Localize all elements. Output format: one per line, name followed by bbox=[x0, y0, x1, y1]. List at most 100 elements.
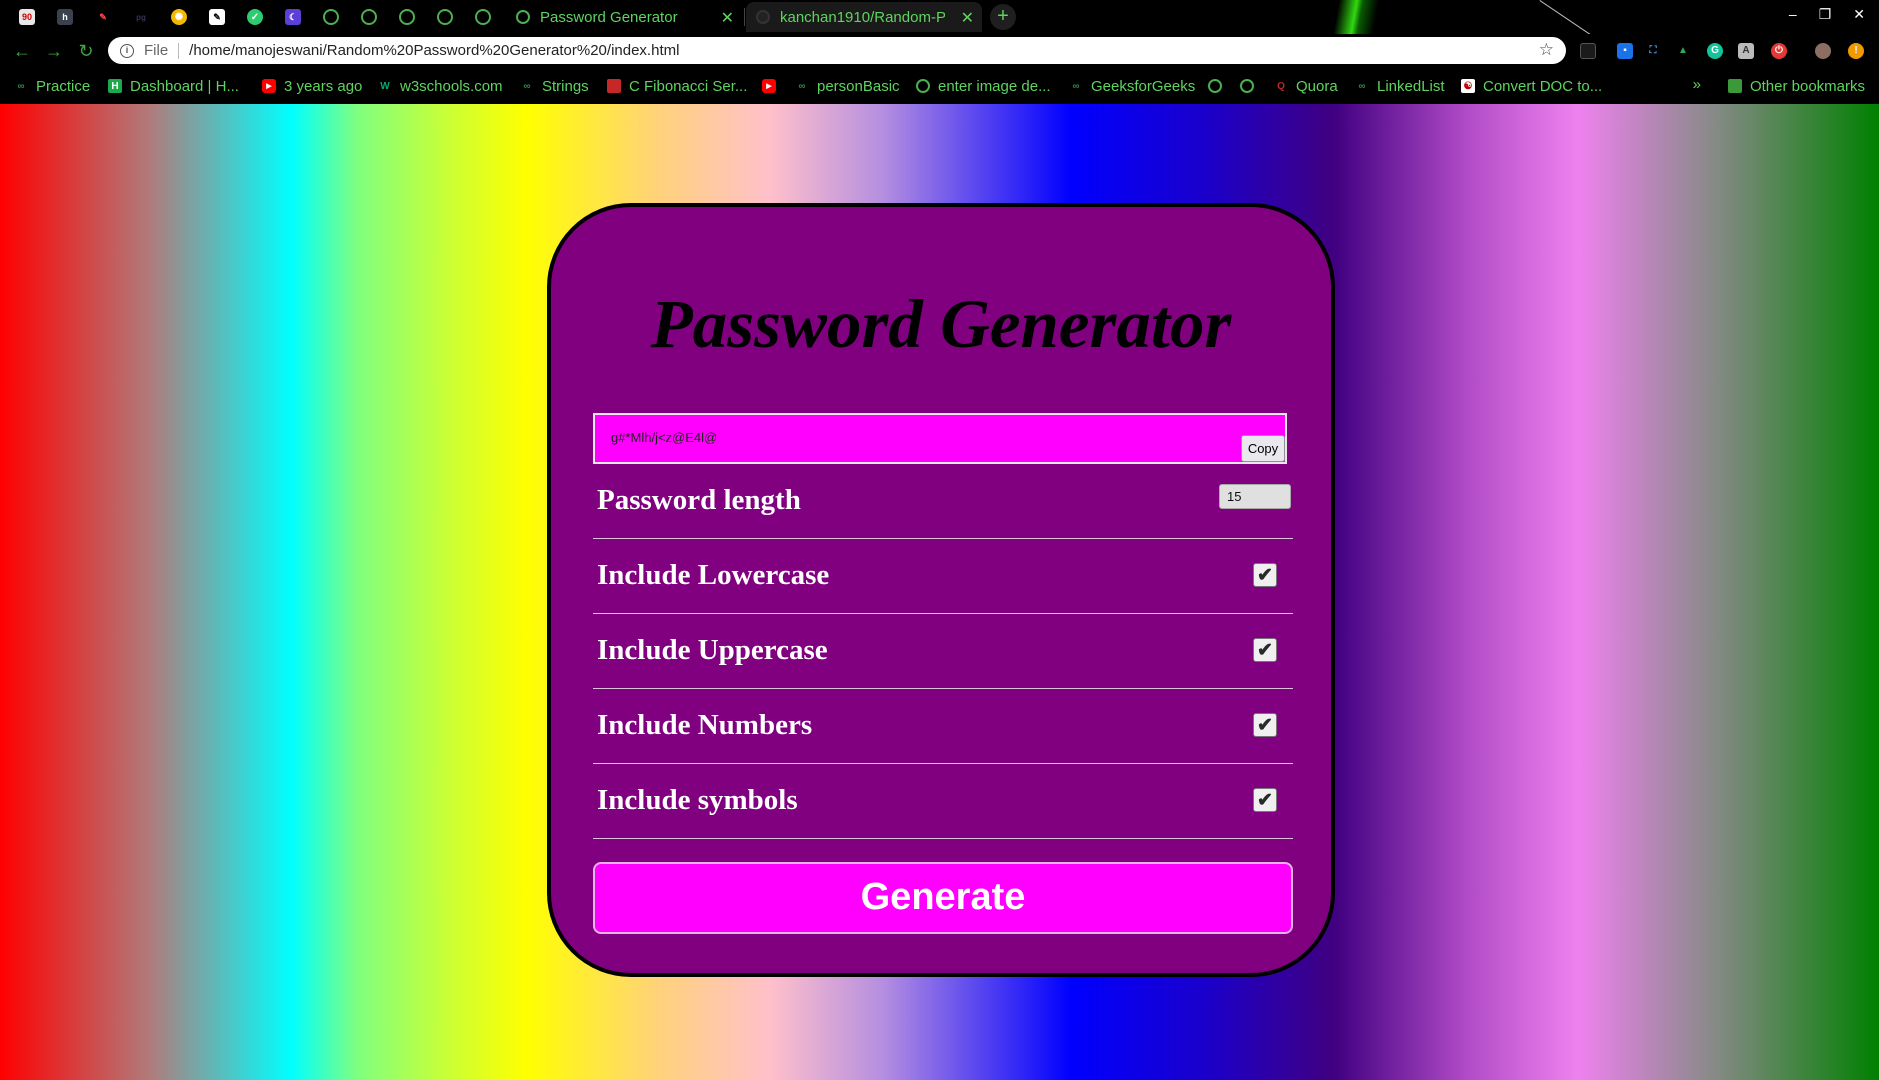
quora-icon: Q bbox=[1277, 80, 1285, 92]
pinned-tab-globe[interactable] bbox=[319, 5, 343, 29]
pinned-tab-programiz[interactable]: pg bbox=[129, 5, 153, 29]
leetcode-icon: 90 bbox=[19, 9, 35, 25]
bookmark-label: GeeksforGeeks bbox=[1091, 77, 1196, 95]
info-icon[interactable]: i bbox=[120, 43, 134, 58]
bookmark-item[interactable]: ∞ Strings bbox=[520, 76, 589, 96]
pinned-tab-codeforces[interactable]: ✎ bbox=[91, 5, 115, 29]
bookmark-item[interactable]: C Fibonacci Ser... bbox=[607, 76, 747, 96]
pencil-icon: ✎ bbox=[99, 11, 107, 22]
bookmark-item[interactable]: Q Quora bbox=[1274, 76, 1338, 96]
bookmark-item[interactable]: enter image de... bbox=[916, 76, 1051, 96]
extension-icon[interactable]: ⛶ bbox=[1645, 43, 1661, 59]
grammarly-icon[interactable]: G bbox=[1707, 43, 1723, 59]
pinned-tab-ctrl[interactable]: ☾ bbox=[281, 5, 305, 29]
close-window-icon[interactable]: ✕ bbox=[1853, 6, 1865, 23]
option-label: Include Numbers bbox=[597, 709, 813, 741]
convert-icon: ☯ bbox=[1461, 79, 1475, 93]
programiz-icon bbox=[607, 79, 621, 93]
drive-icon[interactable]: ▲ bbox=[1675, 43, 1691, 59]
w3-icon: W bbox=[380, 80, 390, 92]
new-tab-button[interactable]: + bbox=[990, 4, 1016, 30]
update-icon[interactable]: ! bbox=[1848, 43, 1864, 59]
pinned-tab-check[interactable]: ✓ bbox=[243, 5, 267, 29]
github-icon bbox=[756, 10, 770, 24]
bookmark-label: C Fibonacci Ser... bbox=[629, 77, 748, 95]
pinned-tab-globe[interactable] bbox=[433, 5, 457, 29]
uppercase-checkbox[interactable]: ✔ bbox=[1253, 638, 1277, 662]
bookmark-item[interactable]: ∞ GeeksforGeeks bbox=[1069, 76, 1195, 96]
symbols-checkbox[interactable]: ✔ bbox=[1253, 788, 1277, 812]
bookmark-item[interactable] bbox=[1240, 76, 1262, 96]
tab-divider bbox=[744, 8, 745, 26]
globe-icon bbox=[1240, 79, 1254, 93]
restore-icon[interactable]: ❐ bbox=[1819, 6, 1832, 23]
pinned-tab-globe[interactable] bbox=[357, 5, 381, 29]
bookmark-item[interactable]: H Dashboard | H... bbox=[108, 76, 239, 96]
edit-icon: ✎ bbox=[209, 9, 225, 25]
pinned-tab-sun[interactable]: ✺ bbox=[167, 5, 191, 29]
close-icon[interactable]: ✕ bbox=[961, 8, 974, 28]
extension-icon[interactable]: A bbox=[1738, 43, 1754, 59]
back-button[interactable]: ← bbox=[9, 38, 35, 64]
minimize-icon[interactable]: – bbox=[1789, 6, 1797, 23]
bookmark-star-icon[interactable]: ☆ bbox=[1539, 40, 1554, 60]
copy-button[interactable]: Copy bbox=[1241, 435, 1285, 462]
password-value: g#*Mlh/j<z@E4l@ bbox=[611, 430, 718, 445]
tab-github-repo[interactable]: kanchan1910/Random-Pa ✕ bbox=[746, 2, 982, 32]
globe-icon bbox=[399, 9, 415, 25]
option-numbers: Include Numbers ✔ bbox=[593, 689, 1293, 764]
bookmark-item[interactable]: ∞ personBasic bbox=[795, 76, 900, 96]
url-divider bbox=[178, 42, 180, 59]
bookmark-item[interactable]: ▶ 3 years ago bbox=[262, 76, 362, 96]
password-length-row: Password length 15 bbox=[593, 464, 1293, 539]
gfg-icon: ∞ bbox=[1072, 80, 1080, 92]
bookmark-item[interactable] bbox=[1208, 76, 1230, 96]
option-uppercase: Include Uppercase ✔ bbox=[593, 614, 1293, 689]
generate-button[interactable]: Generate bbox=[593, 862, 1293, 934]
bookmark-label: personBasic bbox=[817, 77, 900, 95]
password-output: g#*Mlh/j<z@E4l@ Copy bbox=[593, 413, 1287, 464]
extension-icon[interactable] bbox=[1580, 43, 1596, 59]
bookmark-item[interactable]: ∞ Practice bbox=[14, 76, 90, 96]
gfg-icon: ∞ bbox=[1358, 80, 1366, 92]
moon-icon: ☾ bbox=[285, 9, 301, 25]
bookmark-item[interactable]: ∞ LinkedList bbox=[1355, 76, 1444, 96]
bookmark-item[interactable]: Ww3schools.com bbox=[378, 76, 502, 96]
bookmark-label: Dashboard | H... bbox=[130, 77, 239, 95]
more-bookmarks-chevron[interactable]: » bbox=[1693, 76, 1701, 93]
globe-icon bbox=[475, 9, 491, 25]
reload-button[interactable]: ↻ bbox=[73, 38, 99, 64]
close-icon[interactable]: ✕ bbox=[721, 8, 734, 28]
browser-toolbar: ← → ↻ i File /home/manojeswani/Random%20… bbox=[0, 34, 1879, 68]
programiz-icon: pg bbox=[136, 12, 146, 22]
generator-card: Password Generator g#*Mlh/j<z@E4l@ Copy … bbox=[547, 203, 1335, 977]
bookmark-item[interactable]: ☯ Convert DOC to... bbox=[1461, 76, 1602, 96]
bookmark-label: Practice bbox=[36, 77, 91, 95]
pinned-tab-leetcode[interactable]: 90 bbox=[15, 5, 39, 29]
folder-icon bbox=[1727, 79, 1742, 93]
tab-password-generator[interactable]: Password Generator ✕ bbox=[506, 2, 742, 32]
password-length-input[interactable]: 15 bbox=[1219, 484, 1291, 509]
pinned-tab-globe[interactable] bbox=[471, 5, 495, 29]
hackerrank-icon: H bbox=[108, 79, 122, 93]
globe-icon bbox=[323, 9, 339, 25]
page-title: Password Generator bbox=[650, 286, 1232, 362]
address-bar[interactable]: i File /home/manojeswani/Random%20Passwo… bbox=[108, 37, 1566, 64]
option-label: Include Lowercase bbox=[597, 559, 830, 591]
other-bookmarks[interactable]: Other bookmarks bbox=[1727, 76, 1865, 96]
tab-title: kanchan1910/Random-Pa bbox=[780, 8, 945, 26]
pinned-tab-hackerrank[interactable]: h bbox=[53, 5, 77, 29]
pinned-tab-globe[interactable] bbox=[395, 5, 419, 29]
bookmark-item[interactable]: ▶ bbox=[762, 76, 784, 96]
forward-button[interactable]: → bbox=[41, 38, 67, 64]
pinned-tab-notepad[interactable]: ✎ bbox=[205, 5, 229, 29]
lowercase-checkbox[interactable]: ✔ bbox=[1253, 563, 1277, 587]
bookmark-label: Strings bbox=[542, 77, 589, 95]
check-icon: ✓ bbox=[247, 9, 263, 25]
extension-icon[interactable]: ▪ bbox=[1617, 43, 1633, 59]
numbers-checkbox[interactable]: ✔ bbox=[1253, 713, 1277, 737]
bookmark-label: 3 years ago bbox=[284, 77, 363, 95]
extension-icon[interactable]: ⏻ bbox=[1771, 43, 1787, 59]
profile-avatar[interactable] bbox=[1815, 43, 1831, 59]
bookmark-label: Convert DOC to... bbox=[1483, 77, 1603, 95]
